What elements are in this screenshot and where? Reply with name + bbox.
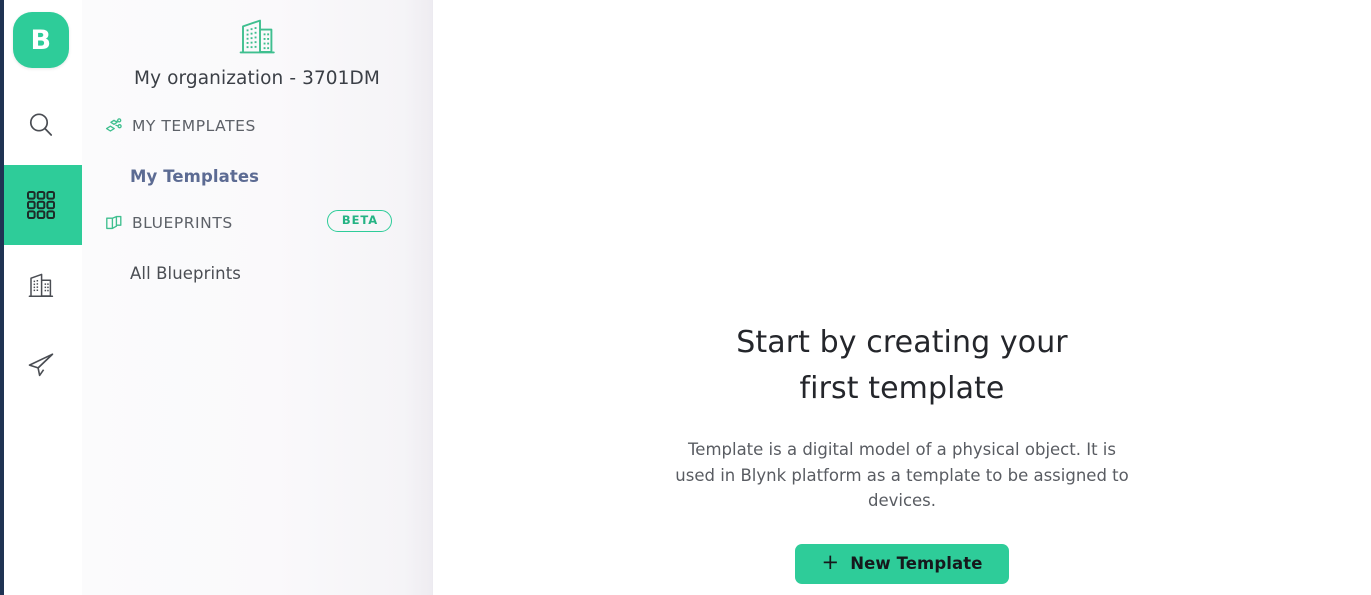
templates-icon <box>26 190 56 220</box>
building-icon <box>82 14 432 58</box>
empty-state-description: Template is a digital model of a physica… <box>675 440 1129 511</box>
main-content: Start by creating your first template Te… <box>433 0 1371 595</box>
new-template-button-label: New Template <box>850 554 983 574</box>
icon-rail: B <box>0 0 82 595</box>
section-header-my-templates: MY TEMPLATES <box>104 113 410 139</box>
organization-icon <box>26 270 56 300</box>
left-edge-strip <box>0 0 4 595</box>
rail-item-send[interactable] <box>0 325 82 405</box>
rail-item-templates[interactable] <box>0 165 82 245</box>
beta-badge[interactable]: BETA <box>326 210 392 232</box>
section-label-blueprints: BLUEPRINTS <box>132 214 233 232</box>
new-template-button[interactable]: + New Template <box>795 543 1009 584</box>
my-templates-icon <box>104 116 124 136</box>
search-icon <box>24 108 58 142</box>
rail-item-organization[interactable] <box>0 245 82 325</box>
rail-item-search[interactable] <box>0 85 82 165</box>
logo-letter: B <box>30 24 52 56</box>
empty-state: Start by creating your first template Te… <box>642 320 1162 584</box>
empty-state-title: Start by creating your first template <box>736 325 1068 406</box>
section-blueprints: BLUEPRINTS BETA All Blueprints <box>82 210 432 283</box>
section-my-templates: MY TEMPLATES My Templates <box>82 113 432 186</box>
plus-icon: + <box>821 550 840 575</box>
organization-title: My organization - 3701DM <box>134 68 380 89</box>
section-header-blueprints: BLUEPRINTS BETA <box>104 210 410 236</box>
blueprints-icon <box>104 213 124 233</box>
nav-link-all-blueprints[interactable]: All Blueprints <box>104 264 410 283</box>
app-root: B My organization - 3701DM MY TEMPLATES … <box>0 0 1371 595</box>
send-icon <box>25 349 57 381</box>
organization-header: My organization - 3701DM <box>82 0 432 89</box>
blynk-logo[interactable]: B <box>13 12 69 68</box>
section-label-my-templates: MY TEMPLATES <box>132 117 256 135</box>
secondary-panel: My organization - 3701DM MY TEMPLATES My… <box>82 0 433 595</box>
nav-link-my-templates[interactable]: My Templates <box>104 167 410 186</box>
